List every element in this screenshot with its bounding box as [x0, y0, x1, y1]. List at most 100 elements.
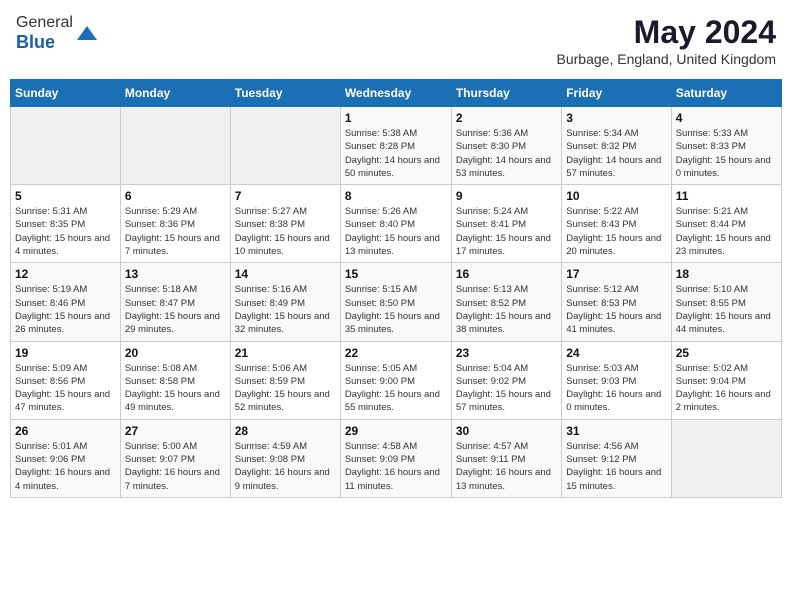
- calendar-cell: 30 Sunrise: 4:57 AMSunset: 9:11 PMDayligh…: [451, 419, 561, 497]
- day-info: Sunrise: 5:24 AMSunset: 8:41 PMDaylight:…: [456, 205, 557, 258]
- calendar-cell: 21 Sunrise: 5:06 AMSunset: 8:59 PMDayligh…: [230, 341, 340, 419]
- weekday-header-tuesday: Tuesday: [230, 80, 340, 107]
- day-info: Sunrise: 5:04 AMSunset: 9:02 PMDaylight:…: [456, 362, 557, 415]
- day-number: 21: [235, 346, 336, 360]
- calendar-cell: 16 Sunrise: 5:13 AMSunset: 8:52 PMDayligh…: [451, 263, 561, 341]
- day-info: Sunrise: 5:13 AMSunset: 8:52 PMDaylight:…: [456, 283, 557, 336]
- calendar-cell: 9Sunrise: 5:24 AMSunset: 8:41 PMDaylight…: [451, 185, 561, 263]
- calendar-cell: 29 Sunrise: 4:58 AMSunset: 9:09 PMDayligh…: [340, 419, 451, 497]
- day-number: 5: [15, 189, 116, 203]
- day-info: Sunrise: 5:34 AMSunset: 8:32 PMDaylight:…: [566, 127, 666, 180]
- day-number: 31: [566, 424, 666, 438]
- calendar-cell: 1Sunrise: 5:38 AMSunset: 8:28 PMDaylight…: [340, 107, 451, 185]
- calendar-cell: 2 Sunrise: 5:36 AMSunset: 8:30 PMDaylight…: [451, 107, 561, 185]
- day-number: 13: [125, 267, 226, 281]
- day-info: Sunrise: 5:09 AMSunset: 8:56 PMDaylight:…: [15, 362, 116, 415]
- day-number: 22: [345, 346, 447, 360]
- calendar-cell: 15Sunrise: 5:15 AMSunset: 8:50 PMDayligh…: [340, 263, 451, 341]
- calendar-cell: 24 Sunrise: 5:03 AMSunset: 9:03 PMDayligh…: [562, 341, 671, 419]
- day-number: 23: [456, 346, 557, 360]
- page-header: General Blue May 2024 Burbage, England, …: [10, 10, 782, 71]
- day-info: Sunrise: 5:27 AMSunset: 8:38 PMDaylight:…: [235, 205, 336, 258]
- day-info: Sunrise: 4:57 AMSunset: 9:11 PMDaylight:…: [456, 440, 557, 493]
- calendar-cell: 14 Sunrise: 5:16 AMSunset: 8:49 PMDayligh…: [230, 263, 340, 341]
- logo-triangle-icon: [75, 22, 99, 46]
- calendar-cell: 31 Sunrise: 4:56 AMSunset: 9:12 PMDayligh…: [562, 419, 671, 497]
- day-info: Sunrise: 4:58 AMSunset: 9:09 PMDaylight:…: [345, 440, 447, 493]
- day-info: Sunrise: 5:03 AMSunset: 9:03 PMDaylight:…: [566, 362, 666, 415]
- day-info: Sunrise: 5:22 AMSunset: 8:43 PMDaylight:…: [566, 205, 666, 258]
- day-info: Sunrise: 5:36 AMSunset: 8:30 PMDaylight:…: [456, 127, 557, 180]
- location: Burbage, England, United Kingdom: [557, 51, 776, 67]
- day-number: 25: [676, 346, 777, 360]
- calendar-week-row: 12 Sunrise: 5:19 AMSunset: 8:46 PMDayligh…: [11, 263, 782, 341]
- calendar-cell: [230, 107, 340, 185]
- day-info: Sunrise: 5:15 AMSunset: 8:50 PMDaylight:…: [345, 283, 447, 336]
- calendar-cell: 18 Sunrise: 5:10 AMSunset: 8:55 PMDayligh…: [671, 263, 781, 341]
- weekday-header-saturday: Saturday: [671, 80, 781, 107]
- day-number: 26: [15, 424, 116, 438]
- calendar-cell: 25Sunrise: 5:02 AMSunset: 9:04 PMDayligh…: [671, 341, 781, 419]
- day-info: Sunrise: 5:12 AMSunset: 8:53 PMDaylight:…: [566, 283, 666, 336]
- calendar-header-row: SundayMondayTuesdayWednesdayThursdayFrid…: [11, 80, 782, 107]
- day-number: 20: [125, 346, 226, 360]
- day-number: 3: [566, 111, 666, 125]
- day-info: Sunrise: 5:16 AMSunset: 8:49 PMDaylight:…: [235, 283, 336, 336]
- calendar-cell: [11, 107, 121, 185]
- day-number: 18: [676, 267, 777, 281]
- calendar-cell: 6 Sunrise: 5:29 AMSunset: 8:36 PMDaylight…: [120, 185, 230, 263]
- day-number: 16: [456, 267, 557, 281]
- day-info: Sunrise: 5:18 AMSunset: 8:47 PMDaylight:…: [125, 283, 226, 336]
- day-number: 8: [345, 189, 447, 203]
- calendar-cell: 8 Sunrise: 5:26 AMSunset: 8:40 PMDaylight…: [340, 185, 451, 263]
- calendar-cell: 19 Sunrise: 5:09 AMSunset: 8:56 PMDayligh…: [11, 341, 121, 419]
- day-info: Sunrise: 5:26 AMSunset: 8:40 PMDaylight:…: [345, 205, 447, 258]
- day-info: Sunrise: 5:31 AMSunset: 8:35 PMDaylight:…: [15, 205, 116, 258]
- day-info: Sunrise: 5:05 AMSunset: 9:00 PMDaylight:…: [345, 362, 447, 415]
- weekday-header-sunday: Sunday: [11, 80, 121, 107]
- calendar-cell: 17 Sunrise: 5:12 AMSunset: 8:53 PMDayligh…: [562, 263, 671, 341]
- day-info: Sunrise: 4:56 AMSunset: 9:12 PMDaylight:…: [566, 440, 666, 493]
- calendar-week-row: 1Sunrise: 5:38 AMSunset: 8:28 PMDaylight…: [11, 107, 782, 185]
- calendar-cell: 27Sunrise: 5:00 AMSunset: 9:07 PMDayligh…: [120, 419, 230, 497]
- calendar-cell: 22 Sunrise: 5:05 AMSunset: 9:00 PMDayligh…: [340, 341, 451, 419]
- day-number: 30: [456, 424, 557, 438]
- calendar-week-row: 5 Sunrise: 5:31 AMSunset: 8:35 PMDaylight…: [11, 185, 782, 263]
- calendar-cell: 13 Sunrise: 5:18 AMSunset: 8:47 PMDayligh…: [120, 263, 230, 341]
- logo-text: General Blue: [16, 14, 99, 53]
- calendar-table: SundayMondayTuesdayWednesdayThursdayFrid…: [10, 79, 782, 498]
- weekday-header-wednesday: Wednesday: [340, 80, 451, 107]
- day-info: Sunrise: 5:38 AMSunset: 8:28 PMDaylight:…: [345, 127, 447, 180]
- weekday-header-friday: Friday: [562, 80, 671, 107]
- day-number: 17: [566, 267, 666, 281]
- calendar-cell: 12 Sunrise: 5:19 AMSunset: 8:46 PMDayligh…: [11, 263, 121, 341]
- day-info: Sunrise: 4:59 AMSunset: 9:08 PMDaylight:…: [235, 440, 336, 493]
- calendar-cell: 7 Sunrise: 5:27 AMSunset: 8:38 PMDaylight…: [230, 185, 340, 263]
- day-number: 27: [125, 424, 226, 438]
- calendar-week-row: 19 Sunrise: 5:09 AMSunset: 8:56 PMDayligh…: [11, 341, 782, 419]
- day-number: 19: [15, 346, 116, 360]
- day-number: 24: [566, 346, 666, 360]
- calendar-cell: 4Sunrise: 5:33 AMSunset: 8:33 PMDaylight…: [671, 107, 781, 185]
- logo-blue: Blue: [16, 32, 73, 53]
- day-number: 12: [15, 267, 116, 281]
- logo: General Blue: [16, 14, 99, 53]
- day-info: Sunrise: 5:29 AMSunset: 8:36 PMDaylight:…: [125, 205, 226, 258]
- day-info: Sunrise: 5:19 AMSunset: 8:46 PMDaylight:…: [15, 283, 116, 336]
- month-title: May 2024: [557, 14, 776, 51]
- calendar-week-row: 26Sunrise: 5:01 AMSunset: 9:06 PMDayligh…: [11, 419, 782, 497]
- day-info: Sunrise: 5:08 AMSunset: 8:58 PMDaylight:…: [125, 362, 226, 415]
- weekday-header-thursday: Thursday: [451, 80, 561, 107]
- day-number: 6: [125, 189, 226, 203]
- calendar-cell: 26Sunrise: 5:01 AMSunset: 9:06 PMDayligh…: [11, 419, 121, 497]
- calendar-cell: [671, 419, 781, 497]
- day-number: 7: [235, 189, 336, 203]
- day-info: Sunrise: 5:06 AMSunset: 8:59 PMDaylight:…: [235, 362, 336, 415]
- day-number: 29: [345, 424, 447, 438]
- day-number: 14: [235, 267, 336, 281]
- day-info: Sunrise: 5:21 AMSunset: 8:44 PMDaylight:…: [676, 205, 777, 258]
- day-number: 10: [566, 189, 666, 203]
- day-info: Sunrise: 5:10 AMSunset: 8:55 PMDaylight:…: [676, 283, 777, 336]
- day-info: Sunrise: 5:33 AMSunset: 8:33 PMDaylight:…: [676, 127, 777, 180]
- day-number: 2: [456, 111, 557, 125]
